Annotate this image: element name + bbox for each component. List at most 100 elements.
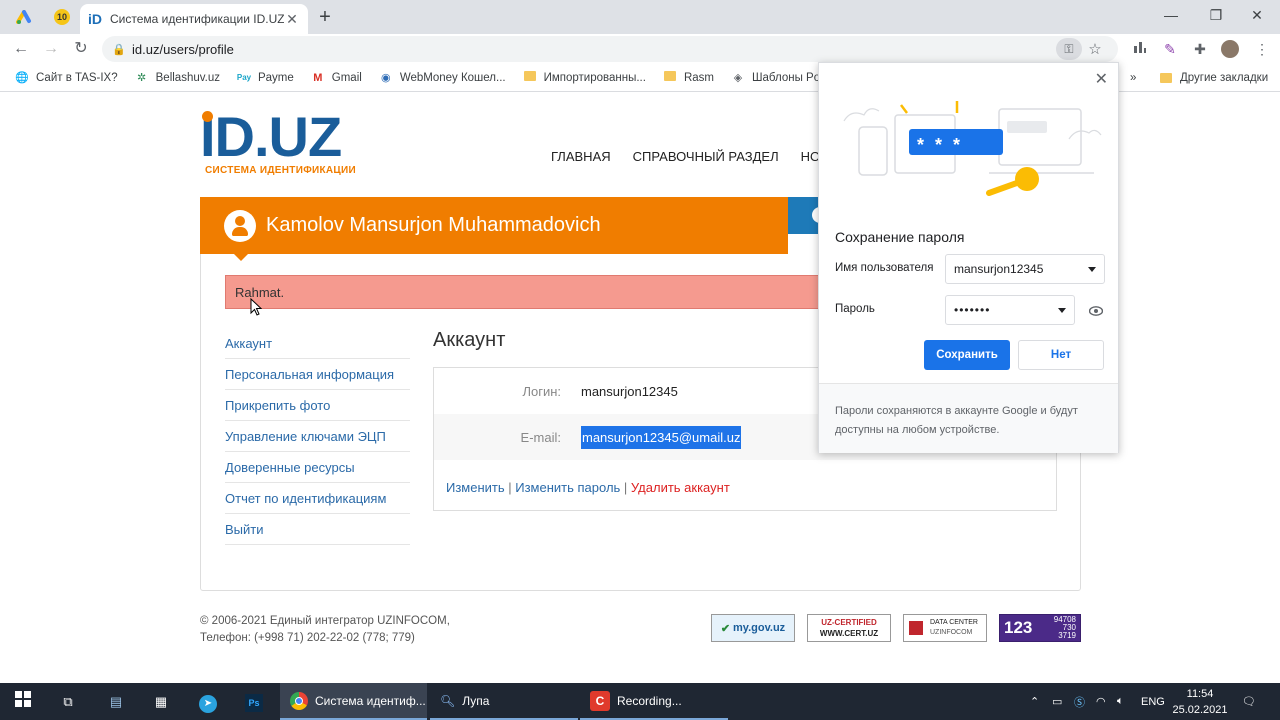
change-password-link[interactable]: Изменить пароль (515, 480, 620, 495)
back-button[interactable]: ← (10, 38, 32, 60)
email-value[interactable]: mansurjon12345@umail.uz (581, 425, 742, 449)
reload-button[interactable]: ↻ (70, 38, 92, 60)
bookmark-label: Payme (257, 71, 294, 84)
menu-kebab-icon[interactable]: ⋮ (1252, 40, 1272, 58)
uzcert-badge[interactable]: UZ-CERTIFIED WWW.CERT.UZ (807, 614, 891, 642)
notepad-app-icon[interactable]: ▤ (105, 691, 127, 713)
active-tab[interactable]: iD Система идентификации ID.UZ ✕ (80, 4, 308, 34)
calculator-app-icon[interactable]: ▦ (150, 691, 172, 713)
google-ads-icon (16, 10, 31, 24)
sidebar-item-eds-keys[interactable]: Управление ключами ЭЦП (225, 421, 410, 452)
globe-icon: 🌐 (15, 71, 29, 84)
password-select[interactable]: ••••••• (945, 295, 1075, 325)
dialog-title: Сохранение пароля (835, 229, 965, 245)
tray-skype-icon[interactable]: Ⓢ (1074, 683, 1085, 720)
delete-account-link[interactable]: Удалить аккаунт (631, 480, 730, 495)
dialog-close-icon[interactable]: ✕ (1095, 69, 1108, 89)
data-center-logo-icon (909, 621, 923, 635)
edit-link[interactable]: Изменить (446, 480, 505, 495)
photoshop-app-icon[interactable]: Ps (243, 691, 265, 713)
user-header: Kamolov Mansurjon Muhammadovich (200, 197, 788, 261)
mouse-cursor-icon (250, 298, 262, 316)
logo-dot-icon (202, 111, 213, 122)
tray-overflow-chevron-icon[interactable]: ⌃ (1030, 683, 1039, 720)
language-indicator[interactable]: ENG (1141, 683, 1165, 720)
analytics-extension-icon[interactable] (1130, 40, 1150, 58)
bookmark-star-icon[interactable]: ☆ (1082, 40, 1108, 58)
windows-start-icon[interactable] (12, 691, 34, 713)
sidebar-item-personal-info[interactable]: Персональная информация (225, 359, 410, 390)
extensions-puzzle-icon[interactable]: ✚ (1190, 40, 1210, 58)
data-center-badge[interactable]: DATA CENTER UZINFOCOM (903, 614, 987, 642)
window-close-button[interactable]: ✕ (1234, 4, 1280, 26)
bookmark-item[interactable]: ◉ WebMoney Кошел... (378, 71, 506, 85)
idz-favicon-icon: iD (88, 11, 102, 27)
nav-item-reference[interactable]: СПРАВОЧНЫЙ РАЗДЕЛ (633, 149, 779, 164)
illustration-stars: * * * (917, 135, 964, 155)
save-password-button[interactable]: Сохранить (924, 340, 1010, 370)
dropdown-arrow-icon (1088, 266, 1096, 272)
tray-volume-muted-icon[interactable]: 🔈︎ (1117, 683, 1124, 720)
new-tab-button[interactable]: + (314, 6, 336, 29)
taskbar-recording-app[interactable]: C Recording... (580, 683, 728, 720)
other-bookmarks[interactable]: Другие закладки (1160, 64, 1268, 92)
counter-stats: 94708 730 3719 (1054, 616, 1076, 640)
bookmark-item[interactable]: Pay Payme (236, 71, 294, 85)
login-label: Логин: (522, 383, 561, 399)
blue-header-tab[interactable] (788, 197, 828, 234)
password-illustration-icon (843, 101, 1102, 196)
sidebar-item-trusted-resources[interactable]: Доверенные ресурсы (225, 452, 410, 483)
bookmark-item[interactable]: Импортированны... (522, 70, 646, 85)
bookmark-item[interactable]: Rasm (662, 70, 714, 85)
sidebar-item-id-report[interactable]: Отчет по идентификациям (225, 483, 410, 514)
url-text[interactable]: id.uz/users/profile (132, 42, 1056, 57)
nav-item-home[interactable]: ГЛАВНАЯ (551, 149, 611, 164)
separator: | (504, 480, 516, 495)
checkmark-icon: ✔ (720, 622, 731, 635)
username-select[interactable]: mansurjon12345 (945, 254, 1105, 284)
chrome-icon (290, 691, 308, 710)
sidebar-item-logout[interactable]: Выйти (225, 514, 410, 545)
bookmark-item[interactable]: M Gmail (310, 71, 362, 85)
address-bar[interactable]: 🔒 id.uz/users/profile ⚿ ☆ (102, 36, 1118, 62)
bookmark-label: Rasm (683, 71, 714, 84)
profile-sidebar: Аккаунт Персональная информация Прикрепи… (225, 328, 410, 545)
save-password-dialog: ✕ * * * Сохранение пароля Имя пользовате… (818, 62, 1119, 453)
taskbar-chrome-app[interactable]: Система идентиф... (280, 683, 427, 720)
bookmark-item[interactable]: ✲ Bellashuv.uz (134, 71, 220, 85)
bookmarks-overflow-chevron-icon[interactable]: » (1130, 64, 1136, 92)
footer-phone: Телефон: (+998 71) 202-22-02 (778; 779) (200, 632, 415, 644)
taskbar-clock[interactable]: 11:54 25.02.2021 (1170, 686, 1230, 718)
task-view-icon[interactable]: ⧉ (57, 691, 79, 713)
tab-close-icon[interactable]: ✕ (284, 11, 300, 28)
sidebar-item-account[interactable]: Аккаунт (225, 328, 410, 359)
sidebar-item-attach-photo[interactable]: Прикрепить фото (225, 390, 410, 421)
folder-icon (522, 70, 538, 85)
gmail-icon: M (313, 71, 323, 84)
profile-avatar[interactable] (1220, 40, 1240, 58)
tray-battery-icon[interactable]: ▭ (1052, 683, 1062, 720)
decline-button[interactable]: Нет (1018, 340, 1104, 370)
login-value: mansurjon12345 (581, 383, 678, 399)
counter-badge-icon: 10 (54, 9, 70, 25)
maximize-button[interactable]: ❐ (1193, 4, 1239, 26)
site-logo[interactable]: ID.UZ СИСТЕМА ИДЕНТИФИКАЦИИ (200, 109, 356, 177)
recording-app-icon: C (590, 690, 610, 711)
minimize-button[interactable]: — (1148, 4, 1194, 26)
telegram-app-icon[interactable]: ➤ (197, 691, 219, 713)
bookmark-item[interactable]: 🌐 Сайт в TAS-IX? (14, 71, 117, 85)
feather-extension-icon[interactable]: ✎ (1160, 40, 1180, 58)
show-password-eye-icon[interactable] (1088, 304, 1104, 319)
pinned-tab-counter[interactable]: 10 (48, 6, 76, 28)
pinned-tab-ads[interactable] (10, 6, 38, 28)
taskbar-magnifier-app[interactable]: 🔍︎ Лупа (430, 683, 578, 720)
header-caret (234, 254, 248, 261)
mygov-badge[interactable]: ✔ my.gov.uz (711, 614, 795, 642)
tray-wifi-icon[interactable]: ◠ (1096, 683, 1106, 720)
counter-badge[interactable]: 123 94708 730 3719 (999, 614, 1081, 642)
forward-button[interactable]: → (40, 38, 62, 60)
dc-bottom: UZINFOCOM (930, 629, 973, 636)
password-key-icon[interactable]: ⚿ (1056, 38, 1082, 60)
bookmark-label: WebMoney Кошел... (399, 71, 506, 84)
notifications-icon[interactable]: 🗨︎ (1242, 683, 1256, 720)
